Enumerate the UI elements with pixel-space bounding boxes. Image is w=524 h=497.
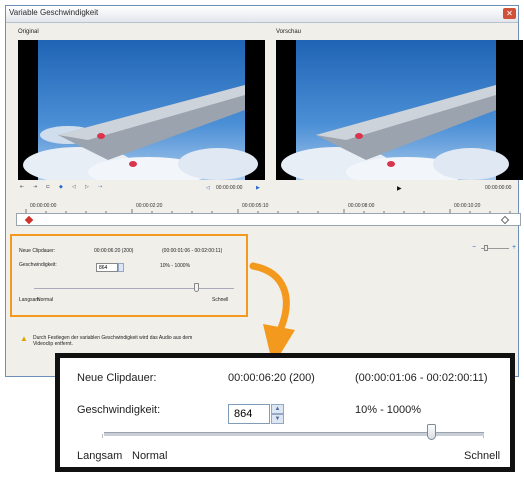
zoom-in-icon[interactable]: + xyxy=(512,244,516,251)
speed-spinner-small[interactable] xyxy=(118,263,124,272)
speed-range-small: 10% - 1000% xyxy=(160,263,191,269)
speed-input-small[interactable]: 864 xyxy=(96,263,118,272)
speed-slider-thumb-small[interactable] xyxy=(194,283,199,292)
timeline-ruler: 00:00:00:00 00:00:02:20 00:00:05:10 00:0… xyxy=(16,203,521,214)
zoom-thumb[interactable] xyxy=(484,245,488,251)
clip-duration-value: 00:00:06:20 (200) xyxy=(94,248,134,254)
next-keyframe-icon[interactable]: ▷ xyxy=(85,184,89,190)
step-forward-icon[interactable]: ▶ xyxy=(256,185,260,191)
zoom-clip-duration-value: 00:00:06:20 (200) xyxy=(228,372,315,384)
warning-text-line2: Videoclip entfernt. xyxy=(33,341,73,347)
zoom-fast-label: Schnell xyxy=(464,450,501,462)
window-title: Variable Geschwindigkeit xyxy=(9,8,99,17)
timeline-track[interactable] xyxy=(16,213,521,226)
zoom-clip-duration-label: Neue Clipdauer: xyxy=(77,372,157,384)
playhead-marker[interactable] xyxy=(24,215,34,225)
prev-keyframe-icon[interactable]: ◁ xyxy=(72,184,76,190)
warning-icon: ▲ xyxy=(20,334,28,343)
zoom-normal-label: Normal xyxy=(132,450,168,462)
keyframe-icon[interactable]: ◆ xyxy=(59,184,63,190)
close-button[interactable]: ✕ xyxy=(503,8,516,19)
speed-label: Geschwindigkeit: xyxy=(19,262,57,268)
settings-highlight-box: Neue Clipdauer: 00:00:06:20 (200) (00:00… xyxy=(10,234,248,317)
zoom-clip-duration-range: (00:00:01:06 - 00:02:00:11) xyxy=(355,372,488,384)
end-marker[interactable] xyxy=(500,215,510,225)
clip-duration-range: (00:00:01:06 - 00:02:00:11) xyxy=(162,248,223,254)
original-transport-controls: ⇤ ⇥ ⊏ ◆ ◁ ▷ ⇢ xyxy=(20,184,120,194)
zoom-out-icon[interactable]: − xyxy=(472,244,476,251)
zoom-slow-label: Langsam xyxy=(77,450,123,462)
original-label: Original xyxy=(18,29,39,35)
zoomed-settings-panel: Neue Clipdauer: 00:00:06:20 (200) (00:00… xyxy=(55,353,515,472)
goto-end-icon[interactable]: ⇢ xyxy=(98,184,102,190)
split-icon[interactable]: ⊏ xyxy=(46,184,50,190)
play-icon[interactable]: ▶ xyxy=(397,185,402,192)
spin-down-icon[interactable]: ▼ xyxy=(271,414,284,424)
zoom-speed-label: Geschwindigkeit: xyxy=(77,404,161,416)
title-bar[interactable]: Variable Geschwindigkeit ✕ xyxy=(6,6,518,23)
zoom-speed-range: 10% - 1000% xyxy=(355,404,422,416)
step-back-icon[interactable]: ◁ xyxy=(206,185,210,191)
zoom-speed-spinner[interactable]: ▲ ▼ xyxy=(271,404,284,424)
original-video xyxy=(18,40,265,180)
slider-tick-left xyxy=(102,434,103,438)
zoom-speed-slider-thumb[interactable] xyxy=(426,424,436,440)
airplane-wing-preview-image xyxy=(276,40,516,180)
fast-label-small: Schnell xyxy=(212,297,229,303)
clip-duration-label: Neue Clipdauer: xyxy=(19,248,56,254)
preview-label: Vorschau xyxy=(276,29,302,35)
preview-video xyxy=(276,40,523,180)
airplane-wing-image xyxy=(18,40,265,180)
spin-up-icon[interactable]: ▲ xyxy=(271,404,284,414)
zoom-speed-input[interactable]: 864 xyxy=(228,404,270,424)
original-timecode: 00:00:00:00 xyxy=(216,185,243,191)
mark-out-icon[interactable]: ⇥ xyxy=(33,184,37,190)
timeline-zoom-control: − + xyxy=(472,244,518,254)
mark-in-icon[interactable]: ⇤ xyxy=(20,184,24,190)
normal-label-small: Normal xyxy=(37,297,54,303)
speed-slider-track-small[interactable] xyxy=(34,288,234,289)
preview-timecode: 00:00:00:00 xyxy=(485,185,512,191)
